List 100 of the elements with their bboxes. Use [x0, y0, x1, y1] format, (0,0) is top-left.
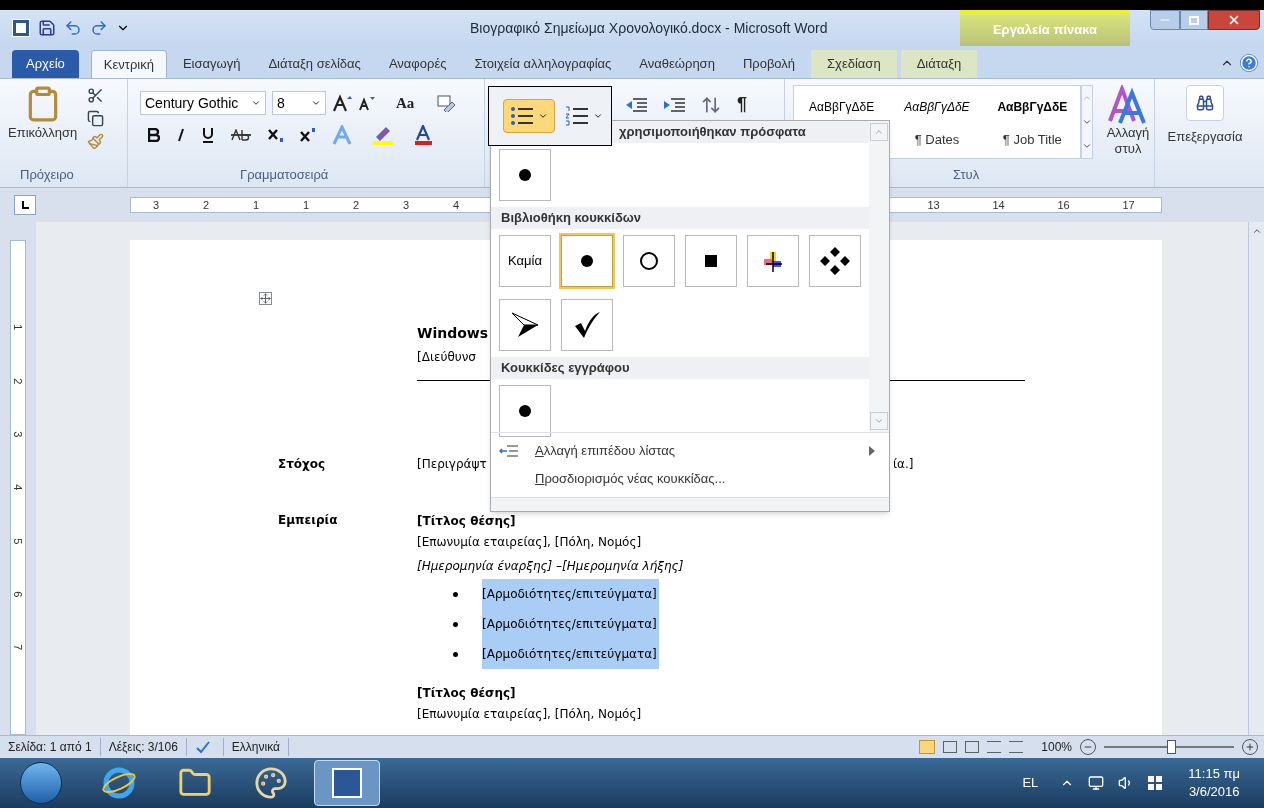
- cross-bullet-icon: [762, 250, 784, 272]
- restore-button[interactable]: [1180, 10, 1208, 30]
- ruler-number: 2: [202, 197, 210, 213]
- font-size-field[interactable]: 8: [272, 91, 326, 115]
- ribbon-tab[interactable]: Κεντρική: [90, 50, 167, 78]
- bullet-option[interactable]: [499, 149, 551, 201]
- bullet-item-text: [Αρμοδιότητες/επιτεύγματα]: [482, 579, 659, 609]
- close-button[interactable]: [1208, 10, 1260, 30]
- copy-icon[interactable]: [87, 110, 105, 127]
- ribbon-tab[interactable]: Σχεδίαση: [811, 50, 897, 78]
- draft-icon[interactable]: [1009, 741, 1024, 753]
- word-count: Λέξεις: 3/106: [100, 738, 187, 756]
- bullet-option[interactable]: [623, 235, 675, 287]
- name-text: Windows: [417, 324, 489, 343]
- clock[interactable]: 11:15 πμ 3/6/2016: [1188, 765, 1240, 801]
- flag-icon[interactable]: [1148, 776, 1163, 790]
- bullet-option[interactable]: [499, 385, 551, 437]
- superscript-icon[interactable]: [300, 127, 316, 143]
- square-bullet-icon: [705, 255, 717, 267]
- grow-font-icon[interactable]: [332, 94, 352, 112]
- table-move-icon[interactable]: [259, 292, 272, 305]
- ribbon-tab[interactable]: Διάταξη σελίδας: [256, 50, 373, 78]
- input-language-text[interactable]: EL: [1022, 773, 1039, 793]
- more-icon: [1082, 141, 1092, 151]
- section-header: Βιβλιοθήκη κουκκίδων: [491, 207, 869, 229]
- style-option[interactable]: ΑαΒβΓγΔδΕ ¶ Dates: [889, 86, 985, 158]
- ribbon-tab[interactable]: Στοιχεία αλληλογραφίας: [462, 50, 624, 78]
- outline-icon[interactable]: [987, 741, 1002, 753]
- zoom-slider-thumb[interactable]: [1166, 740, 1176, 754]
- ribbon-tab[interactable]: Αναθεώρηση: [627, 50, 727, 78]
- bullet-option[interactable]: [685, 235, 737, 287]
- save-icon[interactable]: [38, 19, 56, 37]
- change-case-button[interactable]: Aa: [396, 91, 415, 115]
- change-styles-button[interactable]: Αλλαγή στυλ: [1101, 85, 1155, 157]
- scroll-up-icon: [1082, 93, 1092, 103]
- language-text: Ελληνικά: [222, 738, 289, 756]
- bold-icon[interactable]: [148, 128, 160, 142]
- shrink-font-icon[interactable]: [358, 95, 376, 111]
- bullet-option[interactable]: [561, 235, 613, 287]
- ribbon-tab[interactable]: Εισαγωγή: [170, 50, 253, 78]
- binoculars-icon: [1196, 94, 1214, 112]
- menu-item[interactable]: Προσδιορισμός νέας κουκκίδας...: [491, 465, 889, 493]
- bullet-option[interactable]: Καμία: [499, 235, 551, 287]
- ribbon-tab[interactable]: Διάταξη: [900, 50, 978, 78]
- address-text: [Διεύθυνσ: [417, 349, 476, 366]
- full-screen-icon[interactable]: [943, 741, 958, 753]
- ribbon-tab[interactable]: Αναφορές: [376, 50, 459, 78]
- help-icon[interactable]: [1240, 54, 1258, 72]
- clear-formatting-icon[interactable]: [436, 94, 457, 112]
- dates-text: [Ημερομηνία έναρξης] –[Ημερομηνία λήξης]: [417, 558, 684, 575]
- bullet-item-text: [Αρμοδιότητες/επιτεύγματα]: [482, 609, 659, 639]
- start-button[interactable]: [20, 762, 62, 804]
- cut-icon[interactable]: [87, 87, 105, 104]
- subscript-icon[interactable]: [268, 127, 284, 143]
- restore-icon: [1189, 15, 1199, 25]
- bullet-option[interactable]: [809, 235, 861, 287]
- bullet-option[interactable]: [499, 299, 551, 351]
- redo-icon[interactable]: [90, 19, 108, 37]
- bullet-icon: [453, 591, 458, 597]
- scroll-up-icon[interactable]: [1251, 226, 1262, 236]
- font-name-field[interactable]: Century Gothic: [140, 91, 266, 115]
- italic-icon[interactable]: [176, 128, 186, 142]
- decrease-indent-icon[interactable]: [625, 96, 647, 113]
- format-painter-icon[interactable]: [87, 133, 105, 150]
- disc-bullet-icon: [518, 168, 532, 182]
- bullet-option[interactable]: [561, 299, 613, 351]
- minimize-button[interactable]: [1150, 10, 1180, 30]
- disc-bullet-icon: [580, 254, 594, 268]
- tab-selector-button[interactable]: [14, 195, 36, 215]
- web-layout-icon[interactable]: [965, 741, 980, 753]
- arrow-bullet-icon: [510, 311, 540, 339]
- group-label: Στυλ: [952, 166, 981, 184]
- show-marks-button[interactable]: ¶: [737, 91, 747, 118]
- style-option[interactable]: ΑαΒβΓγΔδΕ ¶ Job Title: [984, 86, 1080, 158]
- styles-icon: [1108, 85, 1148, 125]
- editing-button[interactable]: Επεξεργασία: [1167, 85, 1243, 147]
- bullet-option[interactable]: [747, 235, 799, 287]
- paste-button[interactable]: Επικόλληση: [8, 85, 78, 165]
- undo-icon[interactable]: [64, 19, 82, 37]
- taskbar-app[interactable]: [314, 760, 380, 806]
- ruler-number: 3: [11, 431, 26, 438]
- strikethrough-icon[interactable]: [230, 129, 252, 141]
- tab-stop-icon: [21, 201, 29, 209]
- underline-icon[interactable]: [202, 127, 214, 143]
- bullet-icon: [453, 621, 458, 627]
- list-indent-icon: [499, 444, 519, 458]
- network-icon[interactable]: [1088, 775, 1105, 791]
- bullets-button[interactable]: [503, 99, 555, 133]
- ruler-number: 4: [11, 484, 26, 491]
- company-text: [Επωνυμία εταιρείας], [Πόλη, Νομός]: [417, 534, 642, 551]
- ruler-number: 2: [352, 197, 360, 213]
- ribbon-tab[interactable]: Προβολή: [730, 50, 808, 78]
- zoom-level-text: 100%: [1041, 739, 1072, 756]
- increase-indent-icon[interactable]: [663, 96, 685, 113]
- zoom-slider[interactable]: [1104, 739, 1234, 755]
- paint-icon: [254, 766, 288, 800]
- menu-item[interactable]: Αλλαγή επιπέδου λίστας: [491, 437, 889, 465]
- plus-icon: [1245, 742, 1255, 752]
- ribbon-tab[interactable]: Αρχείο: [12, 50, 79, 78]
- ruler-number: 1: [11, 324, 26, 331]
